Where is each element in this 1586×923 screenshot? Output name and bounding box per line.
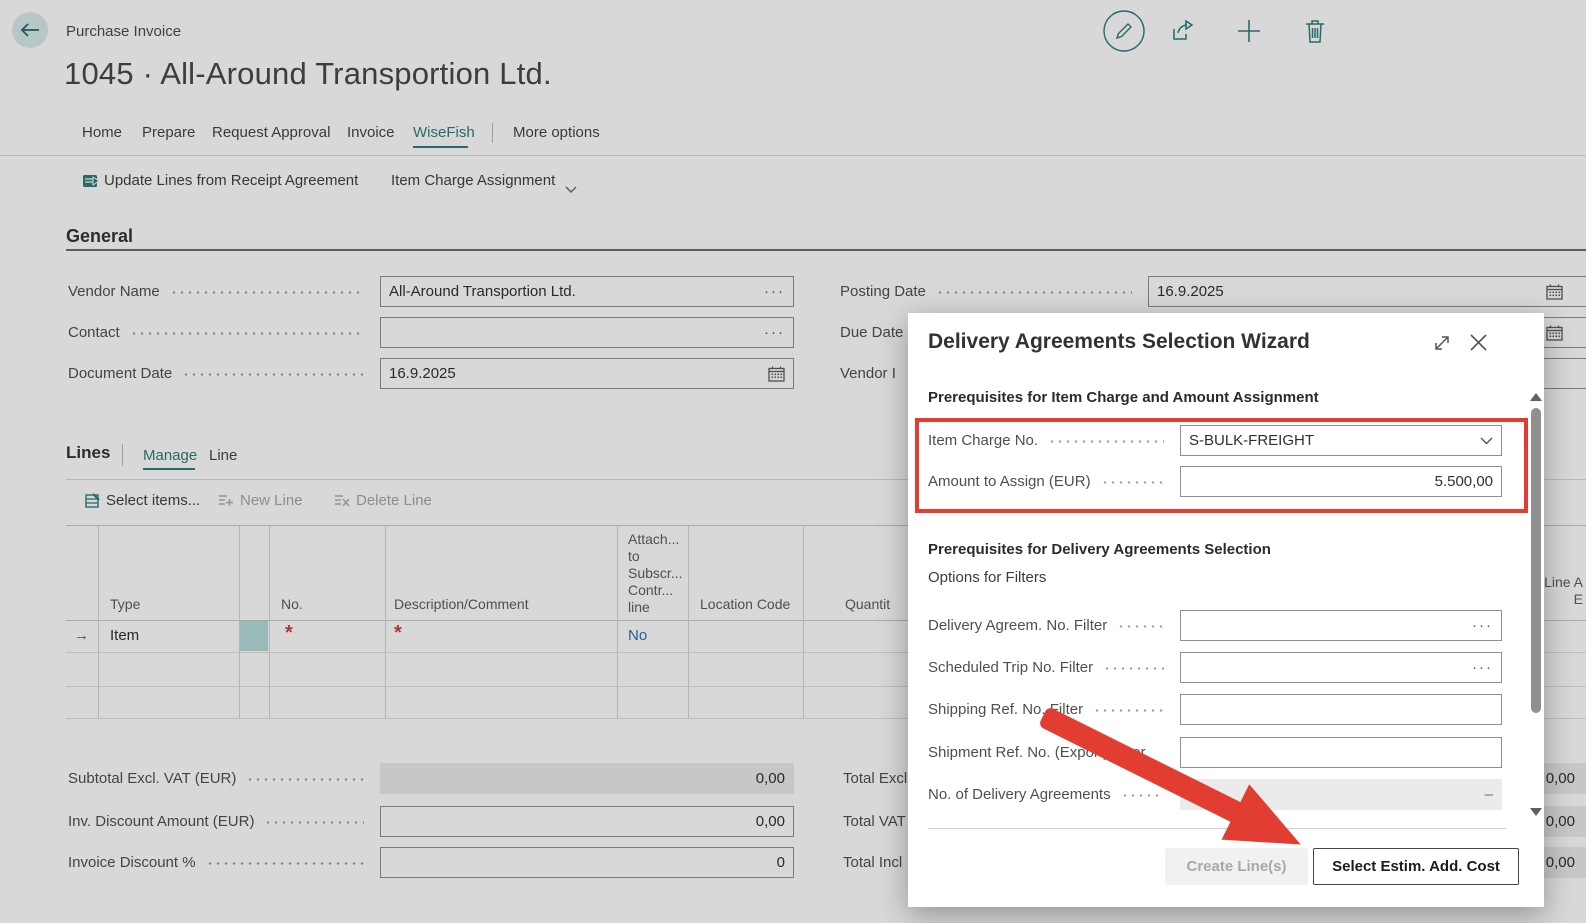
assist-edit-button[interactable]: ··· xyxy=(1472,659,1493,676)
delivery-agreements-wizard-dialog: Delivery Agreements Selection Wizard Pre… xyxy=(908,313,1544,907)
dialog-title: Delivery Agreements Selection Wizard xyxy=(928,330,1310,354)
shipping-ref-filter-field[interactable] xyxy=(1180,694,1502,725)
dialog-footer-rule xyxy=(928,828,1506,829)
dotted-leader xyxy=(1093,709,1164,712)
shipment-ref-export-filter-label: Shipment Ref. No. (Export) Filter xyxy=(928,737,1172,768)
scrollbar-up-button[interactable] xyxy=(1530,393,1542,401)
scrollbar-down-button[interactable] xyxy=(1530,808,1542,816)
create-lines-button[interactable]: Create Line(s) xyxy=(1165,848,1308,885)
select-estim-add-cost-button[interactable]: Select Estim. Add. Cost xyxy=(1313,848,1519,885)
assist-edit-button[interactable]: ··· xyxy=(1472,617,1493,634)
section-item-charge-heading: Prerequisites for Item Charge and Amount… xyxy=(928,389,1319,406)
shipping-ref-filter-label: Shipping Ref. No. Filter xyxy=(928,694,1172,725)
no-of-delivery-agreements-label: No. of Delivery Agreements xyxy=(928,779,1172,810)
options-for-filters-label: Options for Filters xyxy=(928,569,1046,586)
expand-icon xyxy=(1432,333,1452,353)
scheduled-trip-filter-label: Scheduled Trip No. Filter xyxy=(928,652,1172,683)
close-icon xyxy=(1468,332,1489,353)
dotted-leader xyxy=(1103,667,1164,670)
expand-dialog-button[interactable] xyxy=(1432,333,1452,358)
scheduled-trip-filter-field[interactable]: ··· xyxy=(1180,652,1502,683)
dotted-leader xyxy=(1121,794,1164,797)
shipment-ref-export-filter-field[interactable] xyxy=(1180,737,1502,768)
delivery-agreem-filter-field[interactable]: ··· xyxy=(1180,610,1502,641)
section-delivery-selection-heading: Prerequisites for Delivery Agreements Se… xyxy=(928,541,1271,558)
annotation-highlight-box xyxy=(915,418,1528,513)
close-dialog-button[interactable] xyxy=(1468,332,1489,358)
no-of-delivery-agreements-field: – xyxy=(1180,779,1502,810)
scrollbar-thumb[interactable] xyxy=(1531,408,1541,713)
purchase-invoice-screen: Purchase Invoice 1045 · All-Around Trans… xyxy=(0,0,1586,923)
dotted-leader xyxy=(1117,625,1164,628)
delivery-agreem-filter-label: Delivery Agreem. No. Filter xyxy=(928,610,1172,641)
